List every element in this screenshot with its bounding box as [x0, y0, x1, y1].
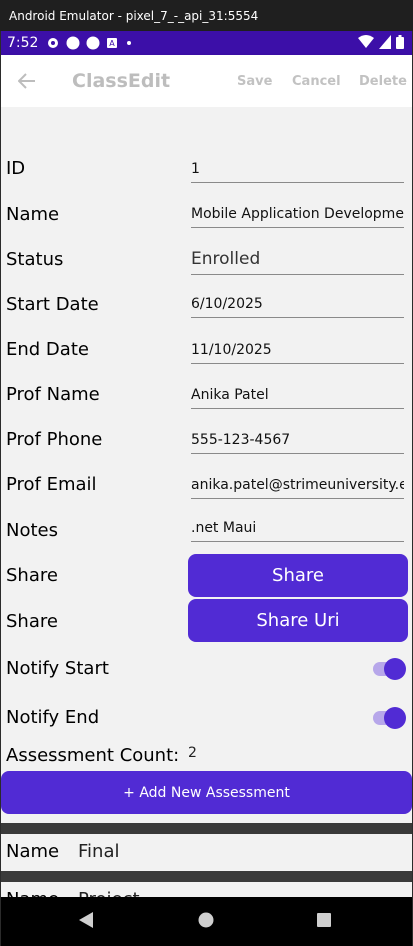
end-date-label: End Date: [6, 339, 89, 360]
notes-field[interactable]: .net Maui: [191, 520, 404, 542]
signal-icon: [379, 35, 391, 49]
nav-back-icon[interactable]: [77, 911, 95, 929]
assessment-name-value: Final: [78, 841, 120, 862]
name-label: Name: [6, 204, 60, 225]
back-button[interactable]: [16, 70, 38, 92]
assessment-count-label: Assessment Count:: [6, 745, 180, 766]
share-label: Share: [6, 565, 58, 586]
add-assessment-button[interactable]: + Add New Assessment: [1, 771, 412, 814]
id-field[interactable]: 1: [191, 161, 404, 183]
list-spacer: [1, 871, 412, 882]
assessment-name-label: Name: [6, 841, 60, 862]
page-title: ClassEdit: [72, 70, 171, 92]
device-screen: 7:52 A ClassEdit Save Cancel Delete ID 1…: [1, 31, 412, 946]
notification-dot-icon: [66, 36, 80, 50]
notify-end-toggle[interactable]: [373, 707, 406, 729]
end-date-picker[interactable]: 11/10/2025: [191, 342, 404, 364]
dot-icon: [127, 41, 132, 45]
emulator-title: Android Emulator - pixel_7_-_api_31:5554: [0, 0, 413, 31]
wifi-icon: [358, 35, 374, 48]
notes-label: Notes: [6, 520, 58, 541]
assessment-count-value: 2: [188, 745, 197, 761]
status-label: Status: [6, 249, 64, 270]
status-bar: 7:52 A: [1, 31, 412, 55]
share-uri-button[interactable]: Share Uri: [188, 599, 408, 642]
system-nav-bar: [1, 897, 412, 946]
settings-icon: [48, 38, 59, 48]
prof-name-field[interactable]: Anika Patel: [191, 387, 404, 409]
cancel-button[interactable]: Cancel: [292, 74, 341, 89]
prof-email-label: Prof Email: [6, 474, 97, 495]
share-uri-label: Share: [6, 611, 58, 632]
name-field[interactable]: Mobile Application Development: [191, 206, 404, 228]
toggle-knob: [384, 658, 406, 680]
assessment-row[interactable]: Name Final: [1, 834, 412, 871]
start-date-label: Start Date: [6, 294, 99, 315]
class-edit-form: ID 1 Name Mobile Application Development…: [1, 107, 412, 910]
notification-dot-icon: [86, 36, 100, 50]
prof-phone-label: Prof Phone: [6, 429, 103, 450]
toggle-knob: [384, 707, 406, 729]
save-button[interactable]: Save: [237, 74, 272, 89]
sim-card-icon: A: [107, 38, 118, 48]
list-spacer: [1, 823, 412, 834]
prof-name-label: Prof Name: [6, 384, 100, 405]
back-arrow-icon: [18, 73, 35, 89]
notify-start-toggle[interactable]: [373, 658, 406, 680]
delete-button[interactable]: Delete: [359, 74, 407, 89]
svg-text:A: A: [110, 39, 116, 48]
start-date-picker[interactable]: 6/10/2025: [191, 296, 404, 318]
share-button[interactable]: Share: [188, 554, 408, 597]
assessment-row[interactable]: Name Project: [1, 882, 412, 910]
id-label: ID: [6, 158, 26, 179]
notify-start-label: Notify Start: [6, 658, 109, 679]
status-picker[interactable]: Enrolled: [191, 249, 404, 275]
notify-end-label: Notify End: [6, 707, 100, 728]
battery-icon: [396, 35, 404, 49]
nav-recents-icon[interactable]: [315, 911, 333, 929]
app-bar: ClassEdit Save Cancel Delete: [1, 55, 412, 107]
status-time: 7:52: [7, 35, 39, 51]
prof-email-field[interactable]: anika.patel@strimeuniversity.edu: [191, 477, 404, 499]
nav-home-icon[interactable]: [197, 911, 215, 929]
prof-phone-field[interactable]: 555-123-4567: [191, 432, 404, 454]
